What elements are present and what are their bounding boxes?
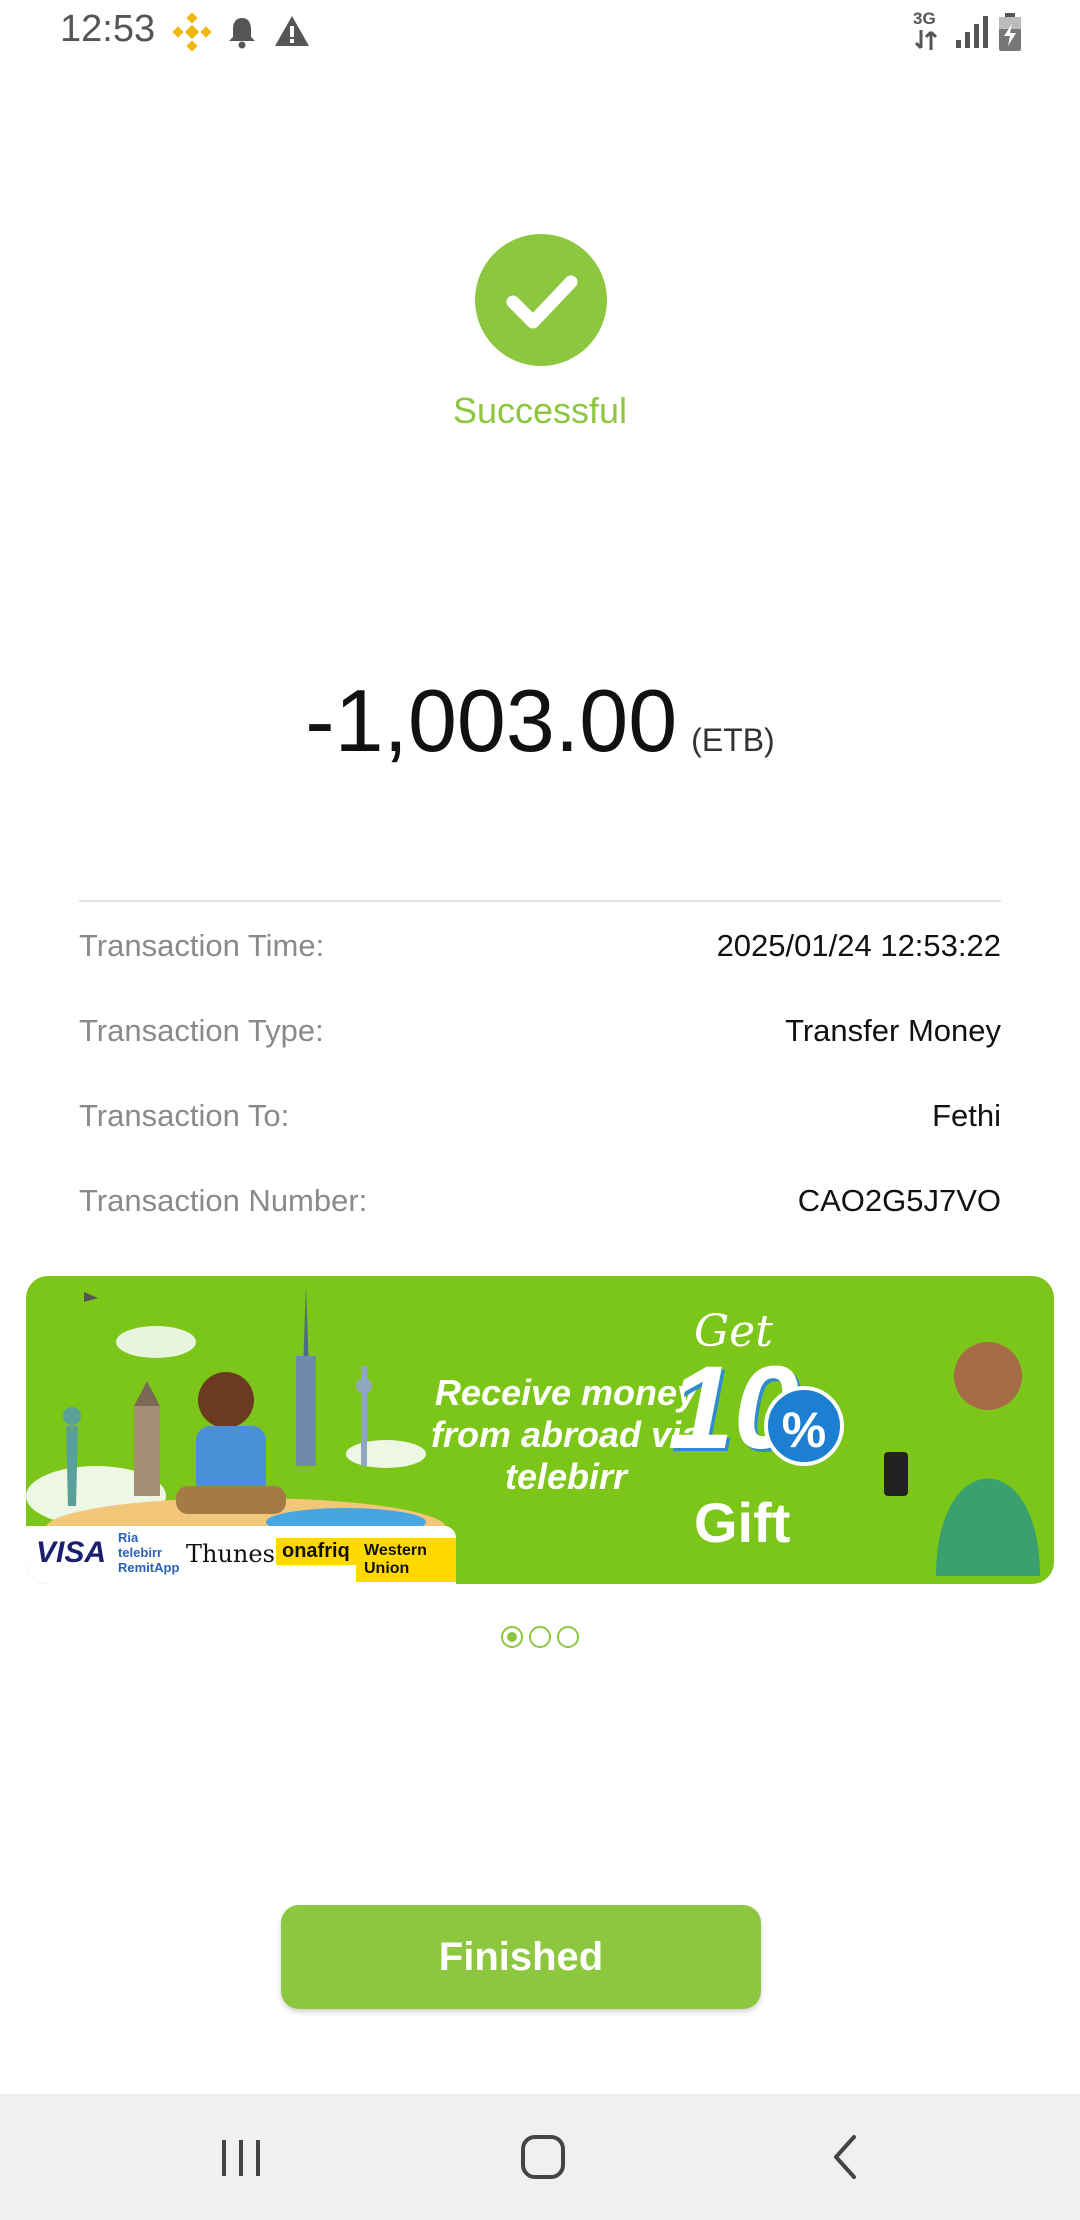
partner-logos: VISA Ria telebirr RemitApp Thunes. onafr… (26, 1526, 456, 1584)
amount-value: -1,003.00 (305, 671, 678, 770)
detail-label: Transaction Number: (79, 1183, 368, 1218)
pagination-dot-2[interactable] (529, 1626, 551, 1648)
detail-row-recipient: Transaction To: Fethi (79, 1098, 1001, 1148)
network-3g-icon: 3G (913, 10, 947, 56)
status-bar: 12:53 3G (0, 0, 1080, 66)
promo-banner[interactable]: Receive money from abroad via telebirr G… (26, 1276, 1054, 1584)
detail-label: Transaction Type: (79, 1013, 324, 1048)
banner-gift-text: Gift (694, 1491, 791, 1554)
currency-label: (ETB) (691, 722, 775, 758)
battery-charging-icon (998, 12, 1022, 52)
recent-apps-icon[interactable] (201, 2122, 281, 2192)
detail-value: CAO2G5J7VO (797, 1183, 1001, 1218)
finished-button[interactable]: Finished (281, 1905, 761, 2009)
system-nav-bar (0, 2094, 1080, 2220)
banner-percent-sign: % (764, 1386, 844, 1466)
western-union-logo: Western Union (356, 1538, 456, 1582)
detail-label: Transaction Time: (79, 928, 325, 963)
check-circle-icon (475, 234, 607, 366)
onafriq-logo: onafriq (276, 1538, 356, 1565)
signal-icon (952, 12, 992, 52)
status-time: 12:53 (60, 8, 156, 50)
pagination-dot-3[interactable] (557, 1626, 579, 1648)
ria-telebirr-logo: Ria telebirr RemitApp (118, 1530, 180, 1575)
divider (79, 900, 1001, 902)
detail-row-type: Transaction Type: Transfer Money (79, 1013, 1001, 1063)
detail-value: Fethi (932, 1098, 1001, 1133)
detail-value: 2025/01/24 12:53:22 (716, 928, 1001, 963)
detail-row-number: Transaction Number: CAO2G5J7VO (79, 1183, 1001, 1233)
status-label: Successful (452, 390, 628, 431)
binance-icon (172, 12, 212, 52)
thunes-logo: Thunes. (186, 1540, 283, 1568)
transaction-result-screen: 12:53 3G Successful -1,003.00 (ETB) Trans… (0, 0, 1080, 2220)
detail-label: Transaction To: (79, 1098, 290, 1133)
detail-value: Transfer Money (785, 1013, 1001, 1048)
pagination-dot-1[interactable] (501, 1626, 523, 1648)
detail-row-time: Transaction Time: 2025/01/24 12:53:22 (79, 928, 1001, 978)
back-icon[interactable] (806, 2122, 886, 2192)
notification-bell-icon (222, 12, 262, 52)
home-icon[interactable] (503, 2122, 583, 2192)
banner-pagination (0, 1626, 1080, 1653)
network-type-label: 3G (913, 9, 936, 28)
visa-logo: VISA (36, 1536, 107, 1569)
warning-icon (272, 12, 312, 52)
amount-display: -1,003.00 (ETB) (0, 670, 1080, 772)
